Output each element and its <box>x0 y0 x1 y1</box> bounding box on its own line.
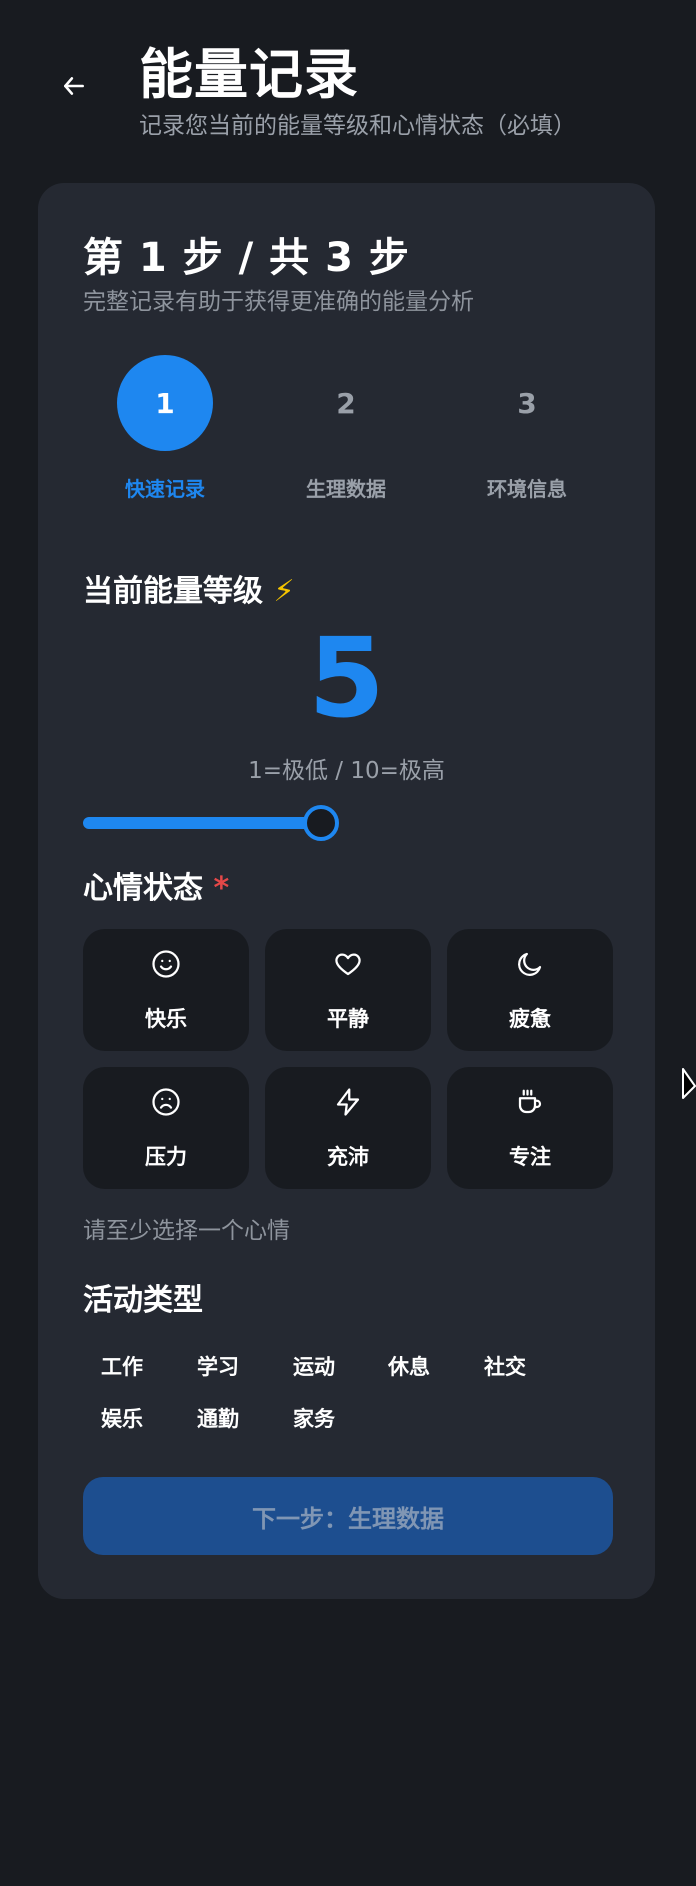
mood-option-label: 压力 <box>145 1145 187 1169</box>
energy-level-label: 当前能量等级 <box>83 574 263 609</box>
step-physiological-data[interactable]: 2 生理数据 <box>276 355 416 502</box>
activity-option-social[interactable]: 社交 <box>484 1351 526 1381</box>
page-title: 能量记录 <box>139 43 359 106</box>
step-number: 1 <box>117 355 213 451</box>
slider-track <box>83 817 323 829</box>
mood-option-focused[interactable]: 专注 <box>447 1067 613 1189</box>
energy-scale-hint: 1=极低 / 10=极高 <box>248 758 445 784</box>
energy-value: 5 <box>308 614 385 742</box>
smile-icon <box>152 950 180 978</box>
mood-option-calm[interactable]: 平静 <box>265 929 431 1051</box>
heart-icon <box>335 953 361 976</box>
next-step-button[interactable]: 下一步：生理数据 <box>83 1477 613 1555</box>
step-quick-record[interactable]: 1 快速记录 <box>95 355 235 502</box>
mood-option-label: 专注 <box>509 1145 551 1169</box>
mood-option-label: 疲惫 <box>509 1007 551 1031</box>
lightning-emoji: ⚡ <box>273 574 295 609</box>
mood-heading: 心情状态 * <box>83 863 229 907</box>
mood-option-label: 平静 <box>327 1007 369 1031</box>
activity-option-study[interactable]: 学习 <box>197 1351 239 1381</box>
step-subtitle: 完整记录有助于获得更准确的能量分析 <box>83 289 474 315</box>
step-label: 环境信息 <box>487 477 567 501</box>
frown-icon <box>152 1088 180 1116</box>
energy-slider[interactable] <box>83 803 343 843</box>
activity-option-rest[interactable]: 休息 <box>388 1351 430 1381</box>
coffee-icon <box>518 1089 542 1114</box>
mood-option-energetic[interactable]: 充沛 <box>265 1067 431 1189</box>
activity-option-housework[interactable]: 家务 <box>293 1403 335 1433</box>
activity-type-heading: 活动类型 <box>83 1283 203 1318</box>
activity-option-commute[interactable]: 通勤 <box>197 1403 239 1433</box>
lightning-icon <box>336 1088 360 1116</box>
step-environment-info[interactable]: 3 环境信息 <box>457 355 597 502</box>
mood-label: 心情状态 <box>83 871 203 906</box>
step-number: 2 <box>336 386 356 420</box>
mood-option-label: 充沛 <box>327 1145 369 1169</box>
arrow-left-icon <box>64 77 84 95</box>
required-mark: * <box>213 871 230 906</box>
step-label: 快速记录 <box>125 477 205 501</box>
page-subtitle: 记录您当前的能量等级和心情状态（必填） <box>139 113 576 139</box>
step-title: 第 1 步 / 共 3 步 <box>83 235 410 281</box>
mouse-pointer-icon <box>682 1068 696 1099</box>
mood-option-tired[interactable]: 疲惫 <box>447 929 613 1051</box>
moon-icon <box>518 952 542 976</box>
activity-option-entertainment[interactable]: 娱乐 <box>101 1403 143 1433</box>
energy-record-page: 能量记录 记录您当前的能量等级和心情状态（必填） 第 1 步 / 共 3 步 完… <box>0 0 696 1886</box>
slider-thumb[interactable] <box>303 805 339 841</box>
energy-level-heading: 当前能量等级 ⚡ <box>83 566 295 610</box>
activity-option-work[interactable]: 工作 <box>101 1351 143 1381</box>
mood-option-happy[interactable]: 快乐 <box>83 929 249 1051</box>
mood-option-label: 快乐 <box>145 1007 187 1031</box>
record-card: 第 1 步 / 共 3 步 完整记录有助于获得更准确的能量分析 1 快速记录 2… <box>38 183 655 1599</box>
step-number: 3 <box>517 386 537 420</box>
back-button[interactable] <box>56 68 92 104</box>
activity-option-exercise[interactable]: 运动 <box>293 1351 335 1381</box>
stepper: 1 快速记录 2 生理数据 3 环境信息 <box>38 355 655 515</box>
mood-hint: 请至少选择一个心情 <box>83 1218 290 1244</box>
mood-option-stress[interactable]: 压力 <box>83 1067 249 1189</box>
step-label: 生理数据 <box>306 477 386 501</box>
